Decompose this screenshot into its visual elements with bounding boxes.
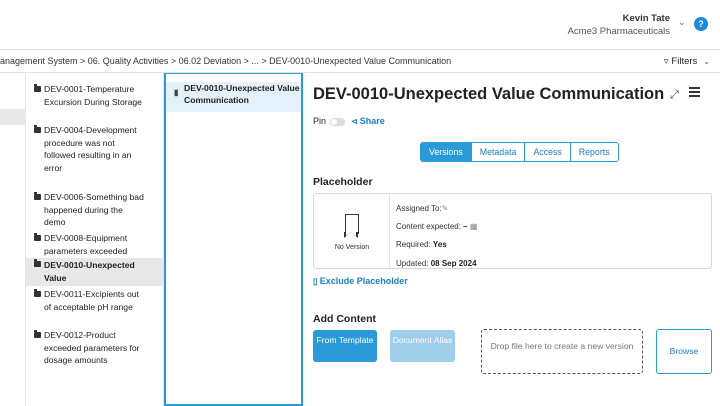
document-detail-panel: DEV-0010-Unexpected Value Communication …	[303, 73, 720, 406]
tree-item[interactable]: DEV-0012-Product exceeded parameters for…	[26, 329, 164, 367]
hamburger-menu-icon[interactable]	[689, 87, 700, 99]
content-expected-value: –	[463, 222, 468, 232]
tree-item-label: DEV-0010-Unexpected Value	[44, 260, 135, 283]
content-expected-label: Content expected:	[396, 222, 461, 232]
breadcrumb[interactable]: anagement System > 06. Quality Activitie…	[0, 56, 451, 66]
help-icon[interactable]: ?	[694, 17, 708, 31]
document-list: ▮ DEV-0010-Unexpected Value Communicatio…	[164, 73, 303, 406]
tree-item-label: DEV-0011-Excipients out of acceptable pH…	[44, 289, 139, 312]
folder-icon	[34, 330, 41, 338]
tree-item-selected[interactable]: DEV-0010-Unexpected Value	[26, 258, 164, 286]
assigned-to-row: Assigned To:✎	[396, 200, 477, 218]
tree-item-label: DEV-0001-Temperature Excursion During St…	[44, 84, 142, 107]
add-content-heading: Add Content	[313, 313, 376, 325]
pin-share-row: Pin ⊲ Share	[313, 116, 385, 126]
tab-metadata[interactable]: Metadata	[471, 143, 526, 161]
required-label: Required:	[396, 240, 431, 250]
user-menu[interactable]: Kevin Tate Acme3 Pharmaceuticals	[568, 12, 670, 38]
share-icon: ⊲	[351, 117, 358, 126]
deviation-tree: DEV-0001-Temperature Excursion During St…	[26, 73, 164, 406]
folder-icon	[34, 259, 41, 267]
top-header: Kevin Tate Acme3 Pharmaceuticals ⌄ ?	[0, 0, 720, 50]
calendar-icon[interactable]: ▦	[470, 222, 478, 231]
user-name: Kevin Tate	[622, 13, 670, 24]
folder-icon	[34, 233, 41, 241]
folder-icon	[34, 125, 41, 133]
breadcrumb-bar: anagement System > 06. Quality Activitie…	[0, 51, 720, 73]
folder-icon	[34, 192, 41, 200]
assigned-to-label: Assigned To:	[396, 204, 442, 213]
folder-icon	[34, 289, 41, 297]
document-alias-button[interactable]: Document Alias	[390, 330, 455, 362]
org-name: Acme3 Pharmaceuticals	[567, 26, 670, 37]
updated-label: Updated:	[396, 258, 429, 268]
exclude-placeholder-link[interactable]: ▯ Exclude Placeholder	[313, 276, 408, 287]
pin-label: Pin	[313, 116, 327, 126]
placeholder-fields: Assigned To:✎ Content expected: – ▦ Requ…	[396, 200, 477, 273]
no-version-box: No Version	[314, 194, 390, 268]
placeholder-card: No Version Assigned To:✎ Content expecte…	[313, 193, 712, 269]
tree-item-label: DEV-0006-Something bad happened during t…	[44, 192, 144, 228]
pin-toggle[interactable]	[330, 117, 346, 126]
tree-item[interactable]: DEV-0011-Excipients out of acceptable pH…	[26, 288, 164, 313]
tab-reports[interactable]: Reports	[570, 143, 618, 161]
filter-icon: ▿	[663, 56, 669, 66]
page-title: DEV-0010-Unexpected Value Communication	[313, 85, 665, 103]
filters-label: Filters	[671, 56, 698, 67]
tab-access[interactable]: Access	[525, 143, 571, 161]
browse-button[interactable]: Browse	[656, 329, 712, 374]
expand-icon[interactable]: ⤢	[670, 89, 679, 102]
tree-item-label: DEV-0008-Equipment parameters exceeded	[44, 233, 128, 256]
no-version-label: No Version	[334, 244, 370, 251]
content-expected-row: Content expected: – ▦	[396, 218, 477, 236]
tree-item[interactable]: DEV-0001-Temperature Excursion During St…	[26, 83, 164, 108]
placeholder-heading: Placeholder	[313, 176, 373, 188]
tree-item[interactable]: DEV-0006-Something bad happened during t…	[26, 191, 164, 229]
parent-tree-column	[0, 73, 26, 406]
document-list-item-label: DEV-0010-Unexpected Value Communication	[184, 83, 300, 106]
file-dropzone[interactable]: Drop file here to create a new version	[481, 329, 643, 374]
parent-tree-selected-row[interactable]	[0, 109, 26, 125]
from-template-button[interactable]: From Template	[313, 330, 377, 362]
bookmark-icon: ▯	[313, 276, 318, 286]
document-list-item[interactable]: ▮ DEV-0010-Unexpected Value Communicatio…	[166, 82, 301, 112]
tree-item-label: DEV-0004-Development procedure was not f…	[44, 125, 137, 173]
required-row: Required: Yes	[396, 236, 477, 254]
tree-item-label: DEV-0012-Product exceeded parameters for…	[44, 330, 140, 366]
updated-value: 08 Sep 2024	[430, 258, 477, 268]
exclude-placeholder-label: Exclude Placeholder	[319, 276, 408, 286]
chevron-down-icon[interactable]: ⌄	[678, 17, 688, 27]
share-label: Share	[359, 116, 385, 126]
updated-row: Updated: 08 Sep 2024	[396, 255, 477, 273]
folder-icon	[34, 84, 41, 92]
detail-tabs: Versions Metadata Access Reports	[420, 142, 619, 162]
tree-item[interactable]: DEV-0004-Development procedure was not f…	[26, 124, 164, 174]
bookmark-icon: ▮	[174, 88, 179, 97]
chevron-down-icon: ⌄	[703, 57, 710, 66]
edit-icon[interactable]: ✎	[442, 204, 449, 213]
filters-button[interactable]: ▿ Filters ⌄	[664, 56, 710, 67]
required-value: Yes	[432, 240, 447, 250]
share-link[interactable]: ⊲ Share	[351, 116, 385, 126]
tree-item[interactable]: DEV-0008-Equipment parameters exceeded	[26, 232, 164, 257]
tab-versions[interactable]: Versions	[421, 143, 472, 161]
bookmark-icon	[344, 214, 359, 238]
